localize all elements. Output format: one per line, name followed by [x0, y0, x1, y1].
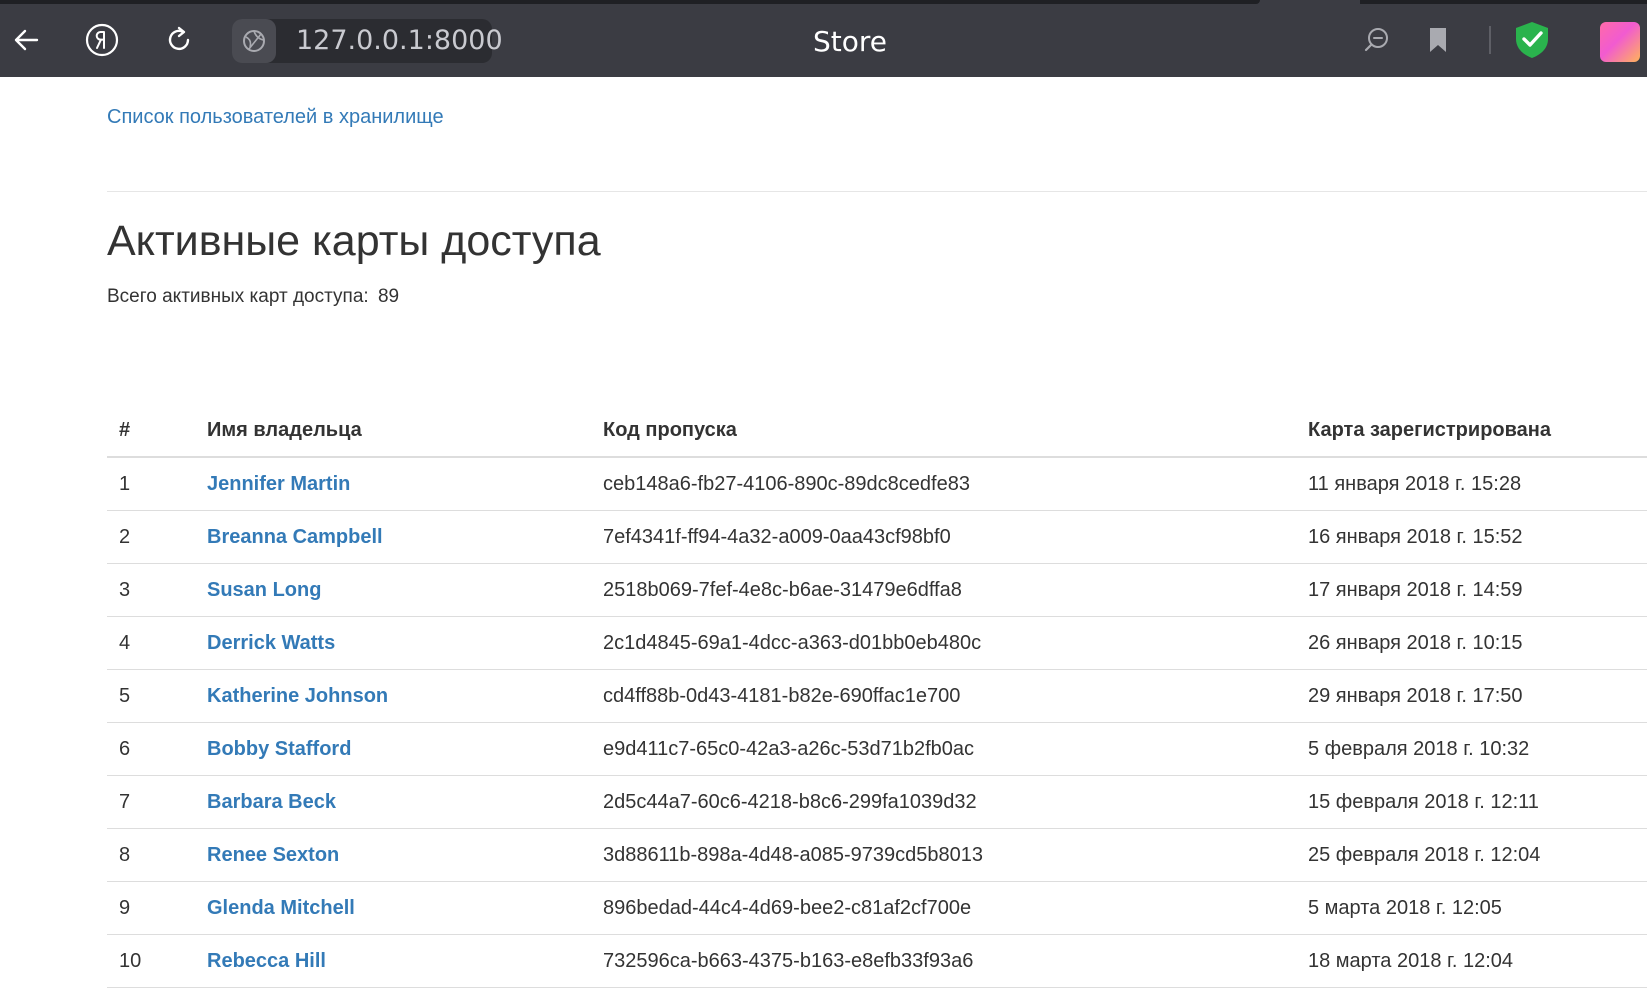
page-title: Активные карты доступа — [107, 217, 601, 265]
table-row: 4 Derrick Watts 2c1d4845-69a1-4dcc-a363-… — [107, 616, 1647, 670]
bookmark-button[interactable] — [1416, 18, 1460, 62]
owner-link[interactable]: Renee Sexton — [207, 844, 339, 866]
owner-cell: Jennifer Martin — [195, 457, 591, 511]
tab-strip-right — [1360, 0, 1647, 4]
registered-date: 11 января 2018 г. 15:28 — [1296, 457, 1647, 511]
row-number: 9 — [107, 881, 195, 935]
owner-cell: Susan Long — [195, 563, 591, 617]
registered-date: 29 января 2018 г. 17:50 — [1296, 669, 1647, 723]
pass-code: 7ef4341f-ff94-4a32-a009-0aa43cf98bf0 — [591, 510, 1296, 564]
table-row: 10 Rebecca Hill 732596ca-b663-4375-b163-… — [107, 934, 1647, 988]
row-number: 10 — [107, 934, 195, 988]
registered-date: 26 января 2018 г. 10:15 — [1296, 616, 1647, 670]
pass-code: 2c1d4845-69a1-4dcc-a363-d01bb0eb480c — [591, 616, 1296, 670]
owner-link[interactable]: Katherine Johnson — [207, 685, 388, 707]
row-number: 5 — [107, 669, 195, 723]
owner-cell: Renee Sexton — [195, 828, 591, 882]
pass-code: 732596ca-b663-4375-b163-e8efb33f93a6 — [591, 934, 1296, 988]
table-header-row: # Имя владельца Код пропуска Карта зарег… — [107, 404, 1647, 458]
protect-shield-icon — [1516, 22, 1548, 58]
pass-code: e9d411c7-65c0-42a3-a26c-53d71b2fb0ac — [591, 722, 1296, 776]
row-number: 1 — [107, 457, 195, 511]
table-row: 6 Bobby Stafford e9d411c7-65c0-42a3-a26c… — [107, 722, 1647, 776]
column-header-code: Код пропуска — [591, 404, 1296, 458]
pass-code: 3d88611b-898a-4d48-a085-9739cd5b8013 — [591, 828, 1296, 882]
table-row: 3 Susan Long 2518b069-7fef-4e8c-b6ae-314… — [107, 563, 1647, 617]
table-row: 2 Breanna Campbell 7ef4341f-ff94-4a32-a0… — [107, 510, 1647, 564]
row-number: 6 — [107, 722, 195, 776]
registered-date: 16 января 2018 г. 15:52 — [1296, 510, 1647, 564]
owner-link[interactable]: Derrick Watts — [207, 632, 335, 654]
summary-count: 89 — [377, 286, 400, 307]
table-row: 5 Katherine Johnson cd4ff88b-0d43-4181-b… — [107, 669, 1647, 723]
pass-code: 896bedad-44c4-4d69-bee2-c81af2cf700e — [591, 881, 1296, 935]
column-header-number: # — [107, 404, 195, 458]
owner-cell: Bobby Stafford — [195, 722, 591, 776]
owner-link[interactable]: Jennifer Martin — [207, 473, 350, 495]
active-cards-summary: Всего активных карт доступа: 89 — [107, 286, 399, 308]
column-header-owner: Имя владельца — [195, 404, 591, 458]
users-list-link[interactable]: Список пользователей в хранилище — [107, 106, 444, 129]
pass-code: 2d5c44a7-60c6-4218-b8c6-299fa1039d32 — [591, 775, 1296, 829]
owner-link[interactable]: Rebecca Hill — [207, 950, 326, 972]
protect-button[interactable] — [1510, 18, 1554, 62]
owner-cell: Rebecca Hill — [195, 934, 591, 988]
tab-strip — [0, 0, 1260, 4]
search-icon — [1364, 28, 1388, 52]
owner-cell: Derrick Watts — [195, 616, 591, 670]
column-header-registered: Карта зарегистрирована — [1296, 404, 1647, 458]
search-button[interactable] — [1355, 18, 1399, 62]
page-tab-title: Store — [812, 25, 887, 58]
owner-link[interactable]: Barbara Beck — [207, 791, 336, 813]
registered-date: 5 февраля 2018 г. 10:32 — [1296, 722, 1647, 776]
row-number: 4 — [107, 616, 195, 670]
owner-link[interactable]: Breanna Campbell — [207, 526, 383, 548]
pass-code: cd4ff88b-0d43-4181-b82e-690ffac1e700 — [591, 669, 1296, 723]
row-number: 8 — [107, 828, 195, 882]
owner-link[interactable]: Bobby Stafford — [207, 738, 351, 760]
summary-label: Всего активных карт доступа: — [107, 286, 369, 307]
registered-date: 25 февраля 2018 г. 12:04 — [1296, 828, 1647, 882]
owner-cell: Glenda Mitchell — [195, 881, 591, 935]
table-row: 9 Glenda Mitchell 896bedad-44c4-4d69-bee… — [107, 881, 1647, 935]
row-number: 2 — [107, 510, 195, 564]
pass-code: ceb148a6-fb27-4106-890c-89dc8cedfe83 — [591, 457, 1296, 511]
row-number: 7 — [107, 775, 195, 829]
registered-date: 17 января 2018 г. 14:59 — [1296, 563, 1647, 617]
registered-date: 5 марта 2018 г. 12:05 — [1296, 881, 1647, 935]
access-cards-table: # Имя владельца Код пропуска Карта зарег… — [107, 404, 1647, 988]
header-divider — [107, 191, 1647, 192]
owner-cell: Katherine Johnson — [195, 669, 591, 723]
registered-date: 18 марта 2018 г. 12:04 — [1296, 934, 1647, 988]
profile-avatar[interactable] — [1600, 22, 1640, 62]
owner-link[interactable]: Susan Long — [207, 579, 321, 601]
owner-cell: Barbara Beck — [195, 775, 591, 829]
toolbar-divider — [1489, 26, 1491, 54]
bookmark-icon — [1430, 28, 1446, 52]
row-number: 3 — [107, 563, 195, 617]
table-row: 7 Barbara Beck 2d5c44a7-60c6-4218-b8c6-2… — [107, 775, 1647, 829]
table-row: 1 Jennifer Martin ceb148a6-fb27-4106-890… — [107, 457, 1647, 511]
pass-code: 2518b069-7fef-4e8c-b6ae-31479e6dffa8 — [591, 563, 1296, 617]
browser-toolbar: 127.0.0.1:8000 Store — [0, 0, 1647, 77]
table-row: 8 Renee Sexton 3d88611b-898a-4d48-a085-9… — [107, 828, 1647, 882]
owner-cell: Breanna Campbell — [195, 510, 591, 564]
registered-date: 15 февраля 2018 г. 12:11 — [1296, 775, 1647, 829]
